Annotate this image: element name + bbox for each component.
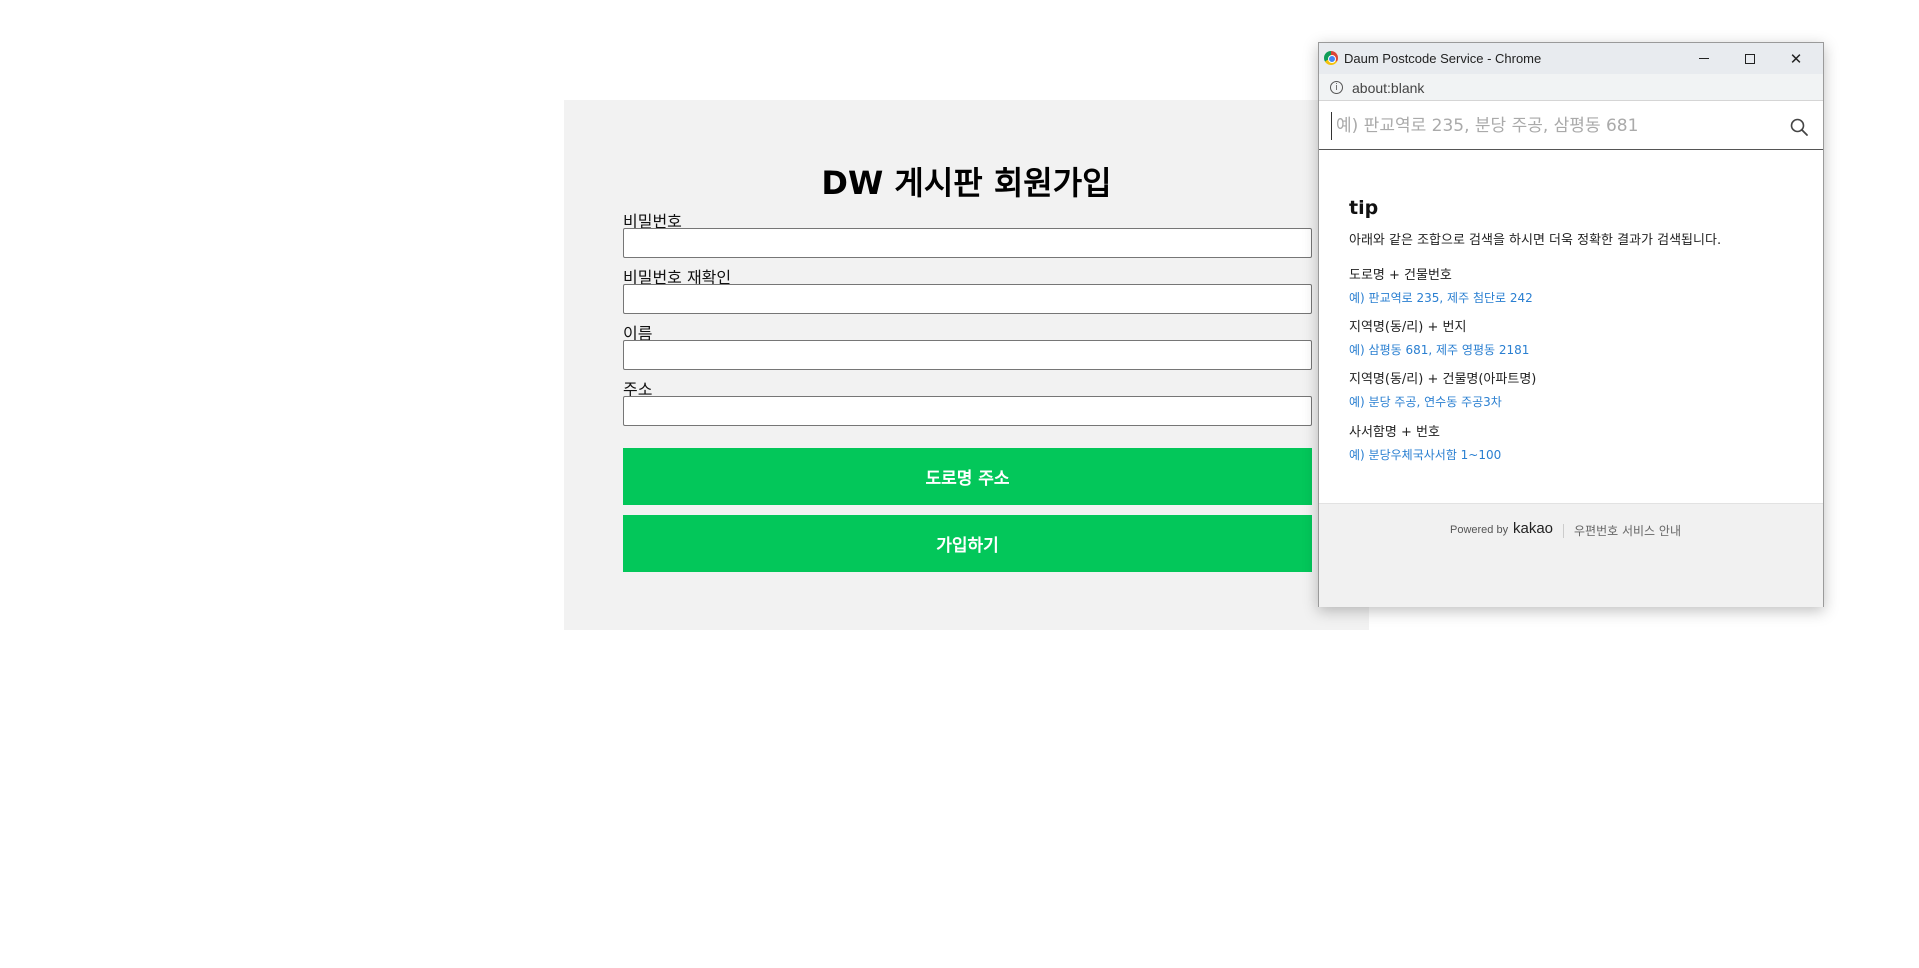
chrome-icon — [1324, 51, 1338, 65]
tip-example: 예) 삼평동 681, 제주 영평동 2181 — [1349, 343, 1530, 357]
search-icon[interactable] — [1789, 117, 1809, 137]
postcode-popup-window: Daum Postcode Service - Chrome ✕ i about… — [1318, 42, 1824, 607]
search-tip-panel: tip 아래와 같은 조합으로 검색을 하시면 더욱 정확한 결과가 검색됩니다… — [1319, 151, 1823, 503]
tip-example: 예) 분당우체국사서함 1~100 — [1349, 448, 1502, 462]
tip-description: 아래와 같은 조합으로 검색을 하시면 더욱 정확한 결과가 검색됩니다. — [1349, 233, 1722, 248]
tip-example: 예) 판교역로 235, 제주 첨단로 242 — [1349, 291, 1533, 305]
footer-divider — [1563, 524, 1564, 538]
address-input[interactable] — [623, 396, 1312, 426]
popup-footer: Powered by kakao 우편번호 서비스 안내 — [1319, 503, 1823, 607]
tip-title: tip — [1349, 197, 1379, 219]
address-search-box — [1319, 102, 1823, 150]
road-address-button[interactable]: 도로명 주소 — [623, 448, 1312, 505]
minimize-button[interactable] — [1681, 43, 1727, 74]
page: DW 게시판 회원가입 비밀번호 비밀번호 재확인 이름 주소 도로명 주소 가… — [0, 0, 1919, 968]
address-search-input[interactable] — [1331, 112, 1771, 140]
tip-heading: 도로명 + 건물번호 — [1349, 268, 1452, 283]
tip-example: 예) 분당 주공, 연수동 주공3차 — [1349, 395, 1502, 409]
tip-heading: 지역명(동/리) + 건물명(아파트명) — [1349, 372, 1537, 387]
password-confirm-input[interactable] — [623, 284, 1312, 314]
password-input[interactable] — [623, 228, 1312, 258]
url-bar: i about:blank — [1319, 74, 1823, 101]
maximize-button[interactable] — [1727, 43, 1773, 74]
maximize-icon — [1745, 53, 1755, 64]
powered-by-label: Powered by — [1450, 524, 1509, 536]
info-icon[interactable]: i — [1330, 81, 1343, 94]
postcode-service-info-link[interactable]: 우편번호 서비스 안내 — [1574, 522, 1681, 539]
name-input[interactable] — [623, 340, 1312, 370]
kakao-logo: kakao — [1513, 520, 1554, 537]
popup-titlebar[interactable]: Daum Postcode Service - Chrome ✕ — [1319, 43, 1823, 74]
popup-window-title: Daum Postcode Service - Chrome — [1344, 51, 1542, 66]
tip-heading: 사서함명 + 번호 — [1349, 425, 1440, 440]
url-text: about:blank — [1352, 80, 1425, 96]
signup-form: DW 게시판 회원가입 비밀번호 비밀번호 재확인 이름 주소 도로명 주소 가… — [564, 100, 1369, 630]
tip-heading: 지역명(동/리) + 번지 — [1349, 320, 1467, 335]
close-button[interactable]: ✕ — [1773, 43, 1819, 74]
minimize-icon — [1699, 58, 1709, 59]
page-title: DW 게시판 회원가입 — [821, 164, 1112, 202]
close-icon: ✕ — [1789, 49, 1803, 68]
signup-submit-button[interactable]: 가입하기 — [623, 515, 1312, 572]
